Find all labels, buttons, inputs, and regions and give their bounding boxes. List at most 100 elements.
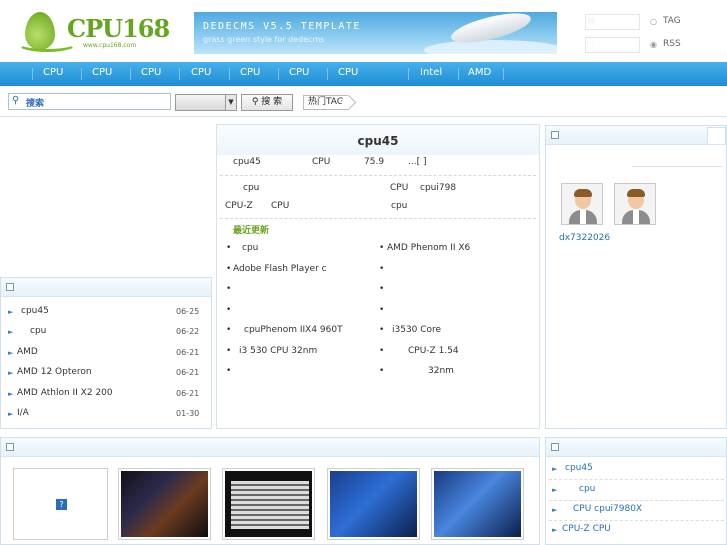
divider — [632, 166, 722, 167]
latest-item[interactable]: i3 530 CPU 32nm — [239, 346, 317, 356]
related-link[interactable]: CPU-Z — [225, 201, 253, 211]
summary-text: cpu45 — [233, 157, 261, 167]
list-item[interactable]: AMD 12 Opteron — [17, 367, 92, 377]
nav-separator — [458, 68, 459, 80]
nav-item-cpu-6[interactable]: CPU — [289, 67, 309, 78]
divider — [220, 175, 536, 176]
nav-item-intel[interactable]: Intel — [420, 67, 442, 78]
list-item[interactable]: CPU cpui7980X — [573, 504, 642, 514]
latest-item[interactable]: CPU-Z 1.54 — [408, 346, 459, 356]
username-field[interactable] — [585, 14, 640, 30]
list-item[interactable]: CPU-Z CPU — [562, 524, 611, 534]
list-item[interactable]: AMD Athlon II X2 200 — [17, 388, 113, 398]
related-link[interactable]: cpui798 — [420, 183, 456, 193]
summary-text: CPU — [312, 157, 331, 167]
nav-item-cpu-5[interactable]: CPU — [240, 67, 260, 78]
magnifier-icon: ⚲ — [251, 97, 259, 107]
search-placeholder: 搜索 — [26, 99, 45, 109]
nav-item-cpu-7[interactable]: CPU — [338, 67, 358, 78]
panel-header-icon — [551, 131, 559, 139]
nav-separator — [278, 68, 279, 80]
nav-separator — [327, 68, 328, 80]
list-item-date: 06-21 — [176, 389, 200, 398]
nav-separator — [229, 68, 230, 80]
bullet-icon: • — [226, 264, 232, 274]
arrow-right-icon: ► — [8, 369, 14, 377]
avatar[interactable] — [614, 183, 656, 225]
header-banner[interactable]: DEDECMS V5.5 TEMPLATE grass green style … — [194, 12, 557, 54]
nav-item-cpu-4[interactable]: CPU — [191, 67, 211, 78]
bullet-icon: • — [379, 325, 385, 335]
main-nav: CPU CPU CPU CPU CPU CPU CPU Intel AMD — [0, 62, 727, 86]
nav-item-cpu-2[interactable]: CPU — [92, 67, 112, 78]
bullet-icon: • — [379, 243, 385, 253]
thumbnail[interactable] — [327, 468, 420, 540]
avatar[interactable] — [561, 183, 603, 225]
thumbnail[interactable] — [222, 468, 315, 540]
tag-link[interactable]: TAG — [663, 16, 681, 26]
nav-separator — [179, 68, 180, 80]
chevron-down-icon: ▼ — [225, 95, 236, 110]
thumbnail-image — [330, 471, 417, 537]
bullet-icon: • — [226, 366, 232, 376]
banner-title: DEDECMS V5.5 TEMPLATE — [203, 21, 361, 32]
bullet-icon: • — [379, 366, 385, 376]
thumbnail[interactable]: ? — [13, 468, 108, 540]
thumbnail[interactable] — [431, 468, 524, 540]
nav-item-cpu-1[interactable]: CPU — [43, 67, 63, 78]
banner-cloud — [424, 40, 557, 54]
user-name-link[interactable]: dx7322026 — [559, 233, 610, 243]
panel-header — [1, 278, 211, 297]
thumbnail-image — [434, 471, 521, 537]
divider — [549, 520, 724, 521]
list-item-date: 06-22 — [176, 327, 200, 336]
banner-subtitle: grass green style for dedecms — [203, 35, 325, 44]
bullet-icon: • — [226, 305, 232, 315]
related-link[interactable]: cpu — [243, 183, 259, 193]
thumbnail[interactable] — [118, 468, 211, 540]
list-item-date: 06-21 — [176, 348, 200, 357]
bullet-icon: • — [379, 264, 385, 274]
list-item-date: 01-30 — [176, 409, 200, 418]
latest-item[interactable]: cpu — [242, 243, 258, 253]
nav-item-amd[interactable]: AMD — [468, 67, 491, 78]
related-link[interactable]: CPU — [271, 201, 289, 211]
nav-separator — [408, 68, 409, 80]
latest-item[interactable]: i3530 Core — [392, 325, 441, 335]
tag-icon: ○ — [650, 17, 657, 26]
list-item[interactable]: cpu45 — [565, 463, 593, 473]
latest-item[interactable]: 32nm — [428, 366, 454, 376]
list-item[interactable]: cpu45 — [21, 306, 49, 316]
search-bar: ⚲ 搜索 — [0, 86, 727, 117]
related-link[interactable]: CPU — [390, 183, 408, 193]
broken-image-icon: ? — [56, 499, 67, 510]
search-type-select[interactable]: ▼ — [175, 94, 237, 111]
panel-tab[interactable] — [707, 127, 726, 144]
nav-item-cpu-3[interactable]: CPU — [141, 67, 161, 78]
latest-item[interactable]: AMD Phenom II X6 — [387, 243, 470, 253]
read-more-link[interactable]: ...[ ] — [408, 157, 426, 167]
nav-separator — [130, 68, 131, 80]
search-button[interactable]: ⚲ 搜 索 — [241, 94, 293, 111]
article-title[interactable]: cpu45 — [217, 134, 539, 148]
article-panel: cpu45 — [216, 124, 540, 429]
summary-text: 75.9 — [364, 157, 385, 167]
divider — [549, 479, 724, 480]
list-item[interactable]: AMD — [17, 347, 38, 357]
related-link[interactable]: cpu — [391, 201, 407, 211]
arrow-right-icon: ► — [552, 526, 558, 534]
latest-item[interactable]: cpuPhenom IIX4 960T — [244, 325, 343, 335]
latest-item[interactable]: Adobe Flash Player c — [233, 264, 327, 274]
list-item[interactable]: I/A — [17, 408, 29, 418]
password-field[interactable] — [585, 37, 640, 53]
site-header: CPU168 www.cpu168.com DEDECMS V5.5 TEMPL… — [0, 0, 727, 62]
panel-header — [546, 126, 726, 145]
arrow-right-icon: ► — [8, 328, 14, 336]
hot-tag-link[interactable]: 热门TAG — [303, 95, 348, 110]
arrow-right-icon: ► — [8, 308, 14, 316]
list-item[interactable]: cpu — [30, 326, 46, 336]
rss-link[interactable]: RSS — [663, 39, 681, 49]
site-logo[interactable]: CPU168 www.cpu168.com — [17, 10, 170, 54]
search-input[interactable]: ⚲ 搜索 — [8, 93, 171, 110]
list-item[interactable]: cpu — [579, 484, 595, 494]
